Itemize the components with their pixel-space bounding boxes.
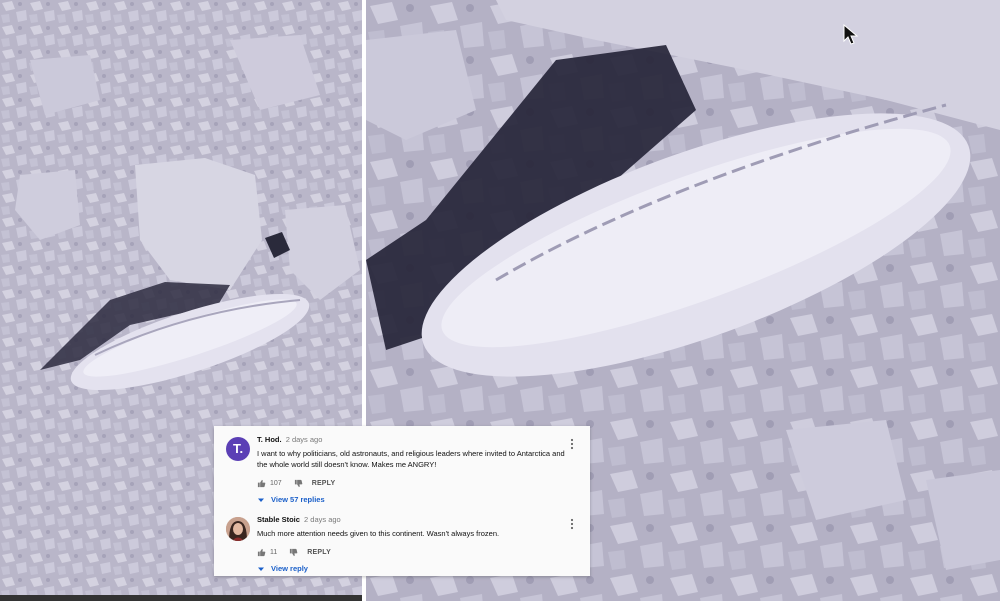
- comment-body: Stable Stoic 2 days ago Much more attent…: [257, 514, 566, 573]
- comment-body: T. Hod. 2 days ago I want to why politic…: [257, 434, 566, 504]
- thumbs-up-icon[interactable]: [257, 479, 266, 488]
- caret-down-icon: [258, 498, 264, 502]
- view-replies-label: View 57 replies: [271, 495, 325, 504]
- like-count: 11: [270, 548, 278, 556]
- reply-button[interactable]: REPLY: [307, 549, 331, 556]
- comment-actions: 107 REPLY: [257, 477, 566, 489]
- thumbs-up-icon[interactable]: [257, 548, 266, 557]
- caret-down-icon: [258, 567, 264, 571]
- comment-text: I want to why politicians, old astronaut…: [257, 449, 565, 469]
- like-count: 107: [270, 479, 282, 487]
- comment-header: T. Hod. 2 days ago: [257, 434, 566, 446]
- thumbs-down-icon[interactable]: [289, 548, 298, 557]
- more-vert-icon[interactable]: [570, 438, 574, 450]
- comments-overlay: T. T. Hod. 2 days ago I want to why poli…: [214, 426, 590, 576]
- view-replies-link[interactable]: View reply: [257, 564, 566, 573]
- avatar[interactable]: [226, 517, 250, 541]
- mouse-pointer-icon: [843, 24, 859, 45]
- view-replies-link[interactable]: View 57 replies: [257, 495, 566, 504]
- comment-time[interactable]: 2 days ago: [286, 435, 323, 444]
- comment-author[interactable]: T. Hod.: [257, 435, 282, 444]
- comment-time[interactable]: 2 days ago: [304, 515, 341, 524]
- comment-actions: 11 REPLY: [257, 546, 566, 558]
- comment-header: Stable Stoic 2 days ago: [257, 514, 566, 526]
- comment-author[interactable]: Stable Stoic: [257, 515, 300, 524]
- avatar-photo-icon: [226, 517, 250, 541]
- thumbs-down-icon[interactable]: [294, 479, 303, 488]
- more-vert-icon[interactable]: [570, 518, 574, 530]
- avatar[interactable]: T.: [226, 437, 250, 461]
- reply-button[interactable]: REPLY: [312, 480, 336, 487]
- comment-text: Much more attention needs given to this …: [257, 529, 500, 538]
- view-replies-label: View reply: [271, 564, 308, 573]
